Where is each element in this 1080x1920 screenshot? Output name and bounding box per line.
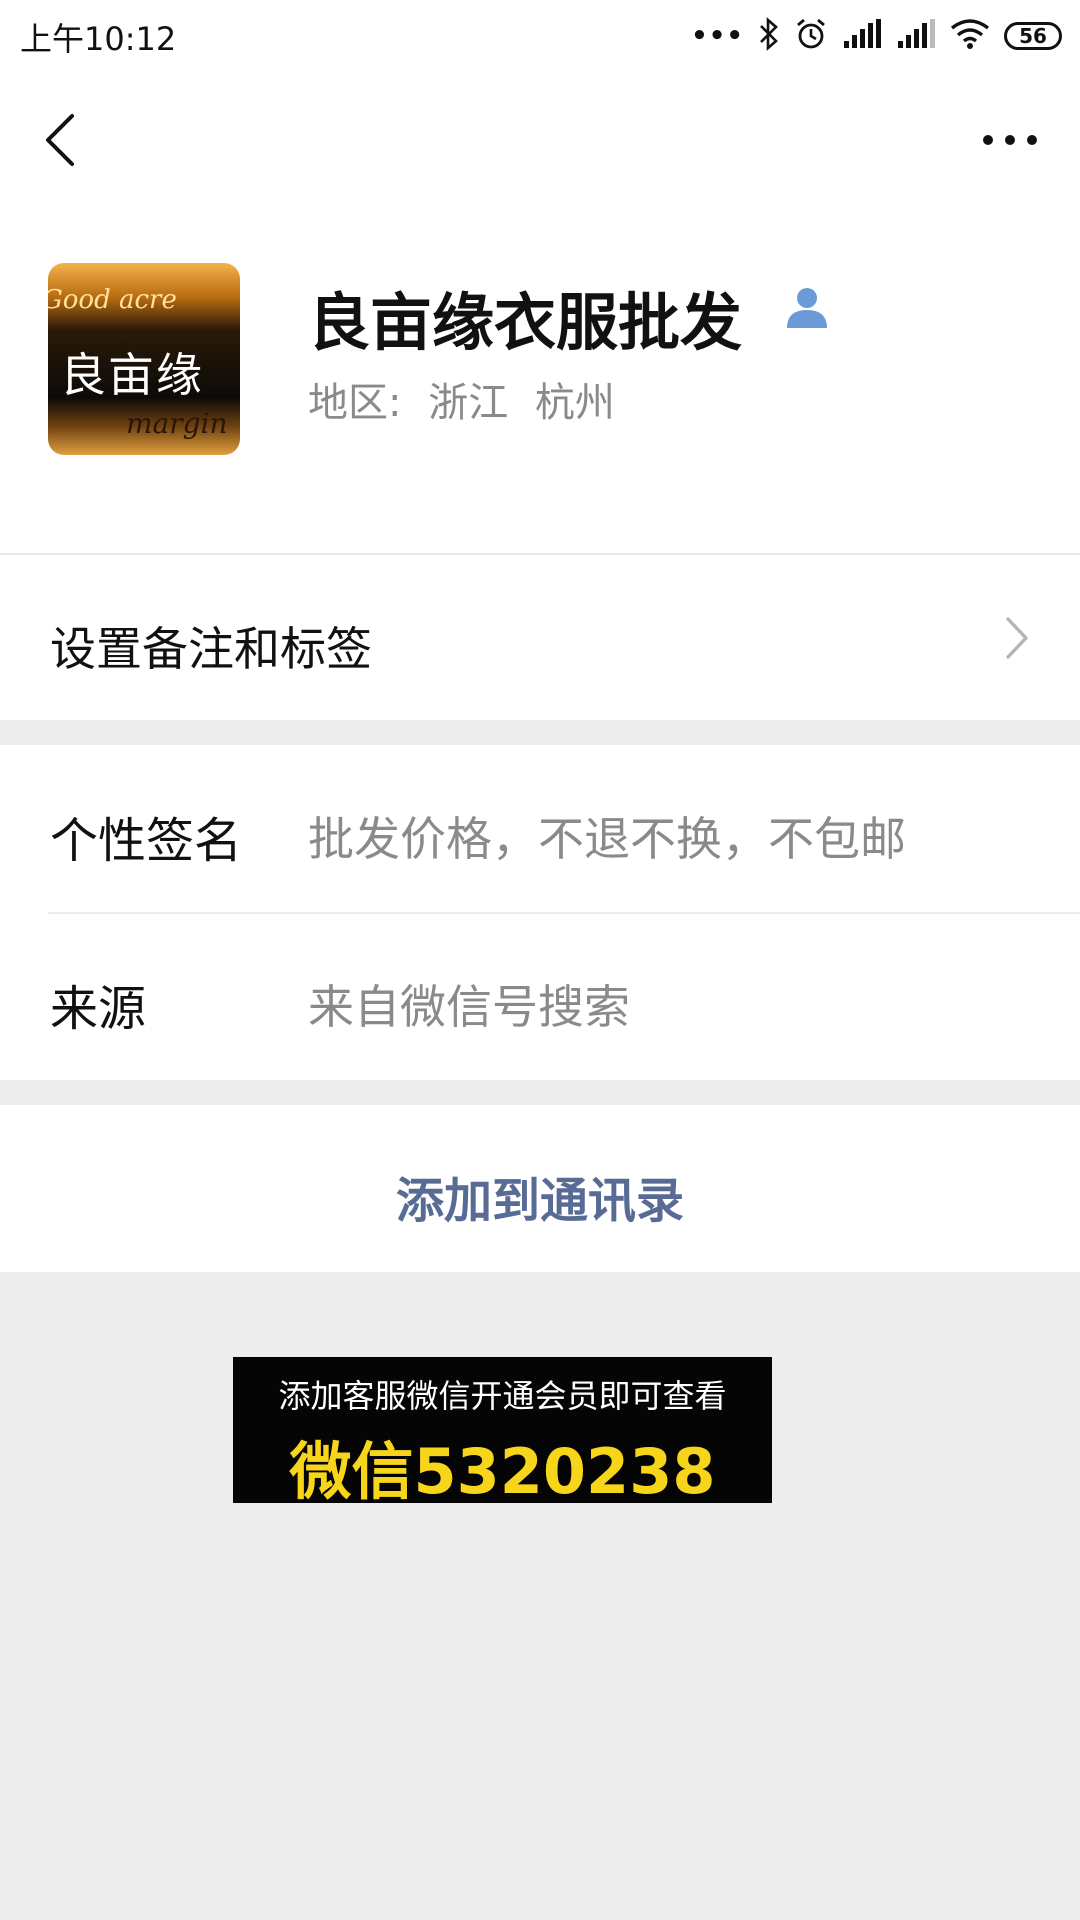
avatar[interactable]: Good acre 良亩缘 margin [48, 263, 240, 455]
chevron-right-icon [1006, 617, 1028, 659]
region-city: 杭州 [534, 380, 615, 426]
region-province: 浙江 [428, 380, 509, 426]
signal-icon-1 [842, 19, 882, 53]
signature-row: 个性签名 批发价格，不退不换，不包邮 [0, 745, 1080, 914]
signal-icon-2 [896, 19, 936, 53]
bluetooth-icon [758, 17, 780, 55]
promo-line1: 添加客服微信开通会员即可查看 [278, 1377, 727, 1415]
status-icons: ••• 56 [691, 14, 1062, 58]
avatar-text-top: Good acre [48, 285, 177, 315]
status-bar: 上午10:12 ••• 56 [0, 0, 1080, 72]
region-label: 地区: [308, 380, 402, 426]
back-button[interactable] [36, 110, 86, 170]
source-row: 来源 来自微信号搜索 [0, 913, 1080, 1080]
wifi-icon [950, 18, 990, 54]
profile-region: 地区: 浙江 杭州 [308, 370, 629, 428]
source-value: 来自微信号搜索 [308, 980, 630, 1034]
alarm-icon [794, 17, 828, 55]
contact-profile-screen: 上午10:12 ••• 56 Good acre 良亩缘 margin 良亩缘衣… [0, 0, 1080, 1920]
signature-key: 个性签名 [50, 813, 243, 869]
avatar-text-main: 良亩缘 [60, 348, 204, 402]
promo-banner: 添加客服微信开通会员即可查看 微信5320238 [233, 1357, 772, 1508]
status-time: 上午10:12 [20, 20, 177, 58]
source-key: 来源 [50, 981, 147, 1037]
battery-icon: 56 [1004, 22, 1062, 50]
add-to-contacts-label: 添加到通讯录 [395, 1173, 684, 1229]
set-remark-and-tags-row[interactable]: 设置备注和标签 [0, 555, 1080, 720]
person-icon [784, 284, 830, 330]
more-horizontal-icon [983, 135, 1037, 145]
chevron-left-icon [46, 114, 74, 166]
avatar-text-bottom: margin [126, 407, 228, 440]
info-section: 个性签名 批发价格，不退不换，不包邮 来源 来自微信号搜索 [0, 745, 1080, 1080]
promo-wechat-id: 微信5320238 [289, 1435, 716, 1508]
signature-value: 批发价格，不退不换，不包邮 [308, 812, 906, 866]
more-notifications-icon: ••• [691, 21, 744, 51]
more-options-button[interactable] [980, 125, 1040, 155]
add-to-contacts-button[interactable]: 添加到通讯录 [0, 1105, 1080, 1272]
remark-row-label: 设置备注和标签 [50, 622, 372, 676]
profile-name: 良亩缘衣服批发 [308, 286, 743, 359]
